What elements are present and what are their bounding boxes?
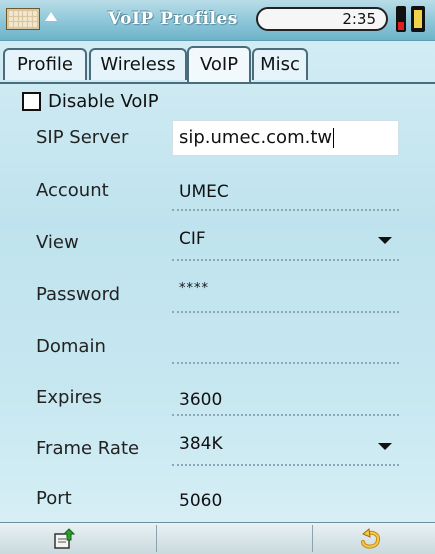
port-input[interactable]: 5060	[179, 491, 222, 511]
domain-underline	[172, 362, 399, 364]
password-label: Password	[36, 284, 121, 305]
tab-misc[interactable]: Misc	[252, 48, 308, 80]
status-bar: VoIP Profiles 2:35	[0, 0, 435, 41]
frame-rate-select[interactable]: 384K	[179, 434, 223, 454]
power-icon	[411, 6, 425, 32]
toolbar-segment-export[interactable]	[0, 525, 157, 552]
expires-label: Expires	[36, 387, 102, 408]
app-title: VoIP Profiles	[108, 9, 238, 29]
domain-label: Domain	[36, 336, 106, 357]
expires-input[interactable]: 3600	[179, 390, 222, 410]
password-input[interactable]: ****	[179, 281, 209, 296]
account-underline	[172, 209, 399, 211]
account-label: Account	[36, 180, 109, 201]
account-input[interactable]: UMEC	[179, 182, 229, 202]
frame-rate-label: Frame Rate	[36, 438, 140, 459]
text-caret	[333, 128, 335, 148]
bottom-toolbar	[0, 522, 435, 554]
view-label: View	[36, 232, 79, 253]
back-icon[interactable]	[358, 528, 382, 550]
view-chevron-down-icon[interactable]	[378, 237, 392, 244]
arrow-up-icon[interactable]	[45, 12, 57, 21]
tab-profile[interactable]: Profile	[3, 48, 87, 80]
password-underline	[172, 311, 399, 313]
tab-wireless[interactable]: Wireless	[89, 48, 187, 80]
battery-icon	[396, 6, 406, 32]
export-icon[interactable]	[53, 528, 75, 550]
disable-voip-checkbox[interactable]	[22, 92, 41, 111]
frame-rate-chevron-down-icon[interactable]	[378, 443, 392, 450]
sip-server-input[interactable]: sip.umec.com.tw	[172, 120, 399, 156]
disable-voip-label: Disable VoIP	[48, 91, 159, 112]
frame-rate-underline	[172, 464, 399, 466]
sip-server-value: sip.umec.com.tw	[179, 127, 333, 148]
port-label: Port	[36, 488, 72, 509]
sip-server-label: SIP Server	[36, 127, 129, 148]
keyboard-icon[interactable]	[6, 8, 40, 30]
view-select[interactable]: CIF	[179, 229, 206, 249]
toolbar-segment-empty	[156, 525, 313, 552]
expires-underline	[172, 414, 399, 416]
tab-voip[interactable]: VoIP	[187, 46, 251, 82]
view-underline	[172, 259, 399, 261]
tab-bar: Profile Wireless VoIP Misc	[0, 46, 435, 84]
clock[interactable]: 2:35	[256, 7, 388, 31]
